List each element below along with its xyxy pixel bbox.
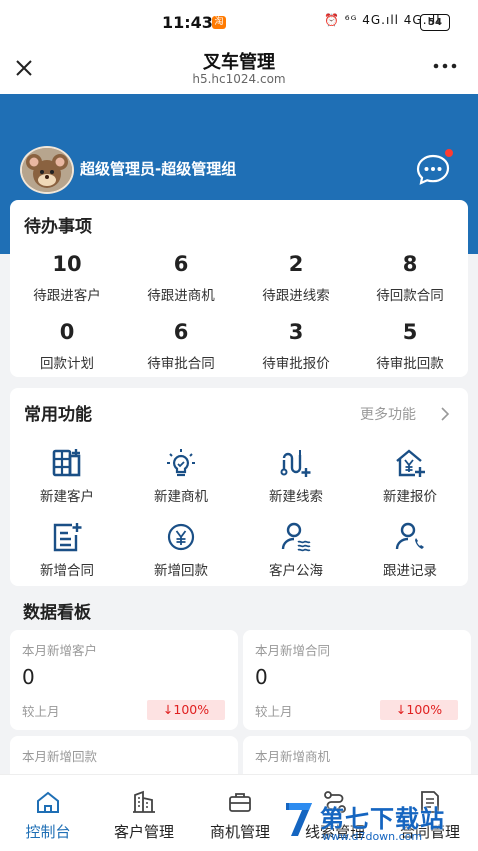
more-icon[interactable]: [430, 54, 460, 78]
stat-label: 本月新增商机: [255, 749, 331, 764]
func-customer-pool[interactable]: 客户公海: [239, 520, 353, 579]
todo-label: 待跟进线索: [262, 288, 330, 304]
follow-record-icon: [395, 522, 424, 550]
todo-label: 待审批报价: [262, 356, 330, 372]
todo-item-payment-plan[interactable]: 0 回款计划: [10, 318, 124, 372]
todo-count: 10: [52, 252, 82, 276]
func-label: 新增回款: [154, 563, 208, 579]
stat-change-badge: ↓100%: [147, 700, 225, 720]
todo-count: 3: [288, 320, 304, 344]
todo-count: 6: [173, 320, 189, 344]
todo-count: 0: [59, 320, 75, 344]
func-new-customer[interactable]: 新建客户: [10, 446, 124, 505]
watermark-logo: [286, 803, 312, 836]
stat-label: 本月新增客户: [22, 643, 98, 658]
func-new-payment[interactable]: 新增回款: [124, 520, 238, 579]
todo-label: 待跟进商机: [147, 288, 215, 304]
stat-value: 0: [22, 665, 35, 689]
navbar: 叉车管理 h5.hc1024.com: [0, 44, 478, 94]
todo-title: 待办事项: [24, 217, 92, 237]
dashboard-title: 数据看板: [23, 603, 91, 623]
new-customer-icon: [52, 449, 81, 477]
watermark-text: 第七下载站: [320, 805, 445, 833]
battery-icon: 54: [420, 14, 450, 31]
avatar[interactable]: [20, 146, 74, 194]
todo-item-quote-approval[interactable]: 3 待审批报价: [239, 318, 353, 372]
todo-count: 6: [173, 252, 189, 276]
functions-title: 常用功能: [24, 405, 92, 425]
func-label: 客户公海: [269, 563, 323, 579]
status-time: 11:43: [162, 13, 213, 32]
func-label: 新建商机: [154, 489, 208, 505]
todo-item-pending-customers[interactable]: 10 待跟进客户: [10, 250, 124, 304]
stat-label: 本月新增回款: [22, 749, 98, 764]
watermark-url: www.d7down.com: [322, 830, 423, 843]
func-label: 新建报价: [383, 489, 437, 505]
todo-item-pending-opportunities[interactable]: 6 待跟进商机: [124, 250, 238, 304]
tab-label: 客户管理: [113, 823, 174, 841]
func-new-contract[interactable]: 新增合同: [10, 520, 124, 579]
chevron-right-icon[interactable]: [440, 407, 450, 421]
tab-label: 商机管理: [209, 823, 270, 841]
stat-card-new-contracts[interactable]: 本月新增合同 0 较上月 ↓100%: [243, 630, 471, 730]
tab-console[interactable]: 控制台: [0, 775, 96, 851]
todo-count: 5: [402, 320, 418, 344]
new-lead-icon: [280, 450, 311, 477]
building-icon: [133, 790, 155, 813]
todo-label: 待审批回款: [376, 356, 444, 372]
todo-item-pending-payment-contracts[interactable]: 8 待回款合同: [353, 250, 467, 304]
todo-label: 待跟进客户: [33, 288, 101, 304]
tab-customers[interactable]: 客户管理: [96, 775, 192, 851]
todo-label: 回款计划: [40, 356, 94, 372]
func-follow-record[interactable]: 跟进记录: [353, 520, 467, 579]
todo-item-pending-leads[interactable]: 2 待跟进线索: [239, 250, 353, 304]
func-label: 新建线索: [269, 489, 323, 505]
avatar-image: [22, 148, 72, 192]
briefcase-icon: [229, 793, 251, 812]
new-quote-icon: [396, 449, 425, 477]
page-title: 叉车管理: [203, 52, 275, 73]
page-url: h5.hc1024.com: [192, 72, 286, 86]
status-bar: 11:43 淘 ⏰ ⁶ᴳ 4G.ıll 4G.ıll 54: [0, 0, 478, 44]
tab-opportunities[interactable]: 商机管理: [192, 775, 288, 851]
func-label: 新建客户: [40, 489, 94, 505]
user-name: 超级管理员-超级管理组: [80, 160, 237, 178]
new-payment-icon: [167, 523, 195, 551]
stat-compare-label: 较上月: [22, 704, 60, 719]
todo-label: 待审批合同: [147, 356, 215, 372]
tab-label: 控制台: [25, 823, 71, 841]
more-functions-link[interactable]: 更多功能: [360, 404, 416, 424]
func-new-lead[interactable]: 新建线索: [239, 446, 353, 505]
todo-card: 待办事项 10 待跟进客户 6 待跟进商机 2 待跟进线索 8 待回款合同 0 …: [10, 200, 468, 377]
todo-item-payment-approval[interactable]: 5 待审批回款: [353, 318, 467, 372]
taobao-notification-icon: 淘: [212, 16, 226, 29]
new-opportunity-icon: [167, 449, 195, 477]
func-label: 新增合同: [40, 563, 94, 579]
func-label: 跟进记录: [383, 563, 437, 579]
func-new-opportunity[interactable]: 新建商机: [124, 446, 238, 505]
message-icon[interactable]: [415, 152, 451, 186]
home-icon: [37, 791, 59, 813]
stat-change-badge: ↓100%: [380, 700, 458, 720]
todo-count: 8: [402, 252, 418, 276]
new-contract-icon: [53, 523, 82, 552]
stat-value: 0: [255, 665, 268, 689]
customer-pool-icon: [281, 522, 311, 552]
todo-label: 待回款合同: [376, 288, 444, 304]
todo-count: 2: [288, 252, 304, 276]
functions-card: 常用功能 更多功能 新建客户 新建商机 新建线索 新建报价 新增合同 新增回款 …: [10, 388, 468, 586]
notification-dot: [445, 149, 453, 157]
stat-label: 本月新增合同: [255, 643, 331, 658]
stat-card-new-customers[interactable]: 本月新增客户 0 较上月 ↓100%: [10, 630, 238, 730]
todo-item-contract-approval[interactable]: 6 待审批合同: [124, 318, 238, 372]
stat-compare-label: 较上月: [255, 704, 293, 719]
func-new-quote[interactable]: 新建报价: [353, 446, 467, 505]
